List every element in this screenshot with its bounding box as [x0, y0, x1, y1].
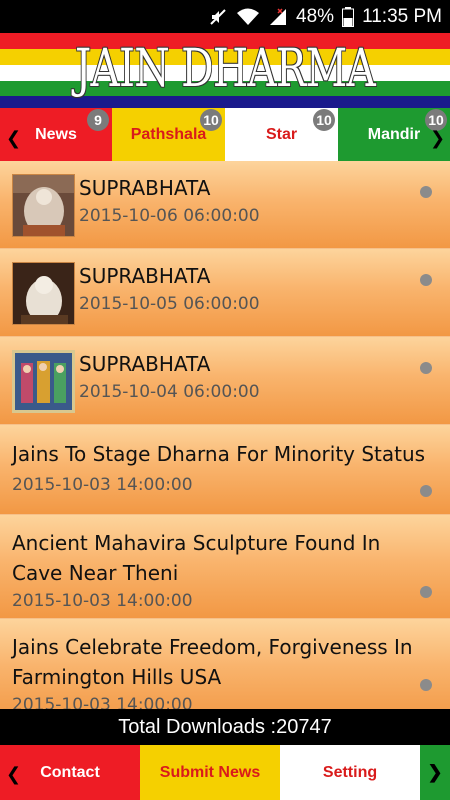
chevron-right-icon: ❯ [427, 762, 443, 782]
battery-level: 48% [296, 5, 335, 27]
contact-label: Contact [40, 763, 100, 781]
count-badge: 10 [313, 109, 335, 131]
chevron-right-icon[interactable]: ❯ [430, 128, 445, 149]
list-item[interactable]: SUPRABHATA 2015-10-04 06:00:00 [0, 337, 450, 425]
setting-button[interactable]: Setting [280, 745, 420, 800]
tab-label: Pathshala [130, 125, 207, 143]
item-title: Jains To Stage Dharna For Minority Statu… [12, 442, 426, 466]
category-tabs: News 9 Pathshala 10 Star 10 Mandir 10 [0, 108, 450, 161]
list-item[interactable]: Ancient Mahavira Sculpture Found In Cave… [0, 515, 450, 619]
tab-label: Mandir [367, 125, 421, 143]
submit-news-label: Submit News [159, 763, 261, 781]
list-item[interactable]: Jains To Stage Dharna For Minority Statu… [0, 425, 450, 515]
tab-label: News [35, 125, 77, 143]
item-date: 2015-10-06 06:00:00 [79, 206, 260, 226]
setting-label: Setting [322, 763, 378, 781]
list-item[interactable]: Jains Celebrate Freedom, Forgiveness In … [0, 619, 450, 709]
count-badge: 9 [87, 109, 109, 131]
unread-dot-icon [420, 362, 432, 374]
item-date: 2015-10-03 14:00:00 [12, 591, 193, 611]
list-item[interactable]: SUPRABHATA 2015-10-05 06:00:00 [0, 249, 450, 337]
tab-star[interactable]: Star 10 [225, 108, 338, 161]
idol-image-icon [12, 350, 75, 413]
chevron-left-icon[interactable]: ❮ [6, 128, 21, 149]
bottom-nav: Contact Submit News Setting ❯ [0, 745, 450, 800]
mute-icon [208, 7, 228, 27]
item-title: Ancient Mahavira Sculpture Found In Cave… [12, 531, 381, 585]
next-page-button[interactable]: ❯ [420, 745, 450, 800]
chevron-left-icon[interactable]: ❮ [6, 764, 21, 785]
battery-icon [342, 6, 355, 27]
item-date: 2015-10-04 06:00:00 [79, 382, 260, 402]
item-title: Jains Celebrate Freedom, Forgiveness In … [12, 635, 413, 689]
unread-dot-icon [420, 186, 432, 198]
list-item[interactable]: SUPRABHATA 2015-10-06 06:00:00 [0, 161, 450, 249]
app-title: JAIN DHARMA [75, 39, 376, 99]
idol-image-icon [12, 174, 75, 237]
unread-dot-icon [420, 274, 432, 286]
tab-label: Star [265, 125, 298, 143]
item-date: 2015-10-03 14:00:00 [12, 695, 193, 709]
item-title: SUPRABHATA [79, 176, 211, 200]
idol-image-icon [12, 262, 75, 325]
unread-dot-icon [420, 586, 432, 598]
unread-dot-icon [420, 485, 432, 497]
tab-pathshala[interactable]: Pathshala 10 [112, 108, 225, 161]
item-title: SUPRABHATA [79, 352, 211, 376]
total-downloads: Total Downloads :20747 [0, 709, 450, 745]
signal-icon [268, 7, 288, 27]
unread-dot-icon [420, 679, 432, 691]
item-date: 2015-10-05 06:00:00 [79, 294, 260, 314]
item-date: 2015-10-03 14:00:00 [12, 475, 193, 495]
wifi-icon [236, 7, 260, 27]
news-list[interactable]: SUPRABHATA 2015-10-06 06:00:00 SUPRABHAT… [0, 161, 450, 709]
item-title: SUPRABHATA [79, 264, 211, 288]
count-badge: 10 [200, 109, 222, 131]
app-header-banner: JAIN DHARMA [0, 33, 450, 108]
submit-news-button[interactable]: Submit News [140, 745, 280, 800]
clock: 11:35 PM [362, 5, 442, 27]
status-bar: 48% 11:35 PM [0, 0, 450, 33]
